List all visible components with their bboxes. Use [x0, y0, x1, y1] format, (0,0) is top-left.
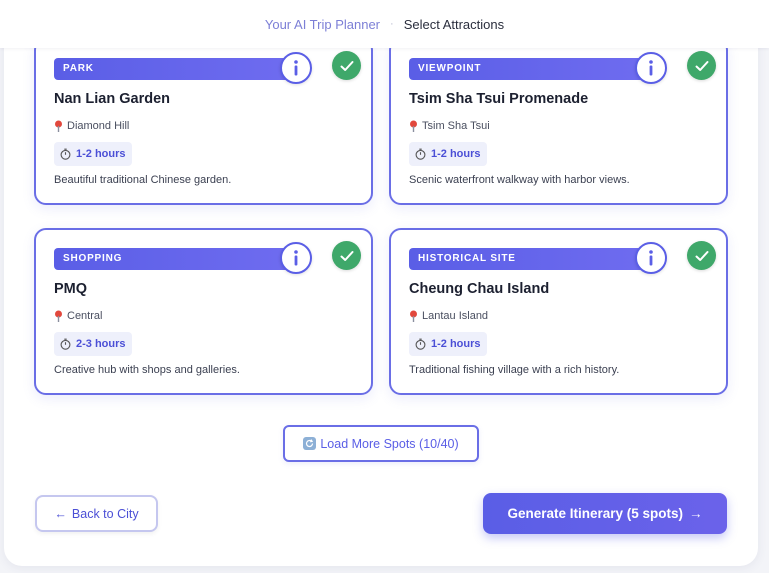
- category-badge: VIEWPOINT: [409, 58, 651, 80]
- stopwatch-icon: [415, 148, 426, 160]
- selected-check-icon[interactable]: [332, 241, 361, 270]
- stopwatch-icon: [60, 148, 71, 160]
- location-text: Diamond Hill: [67, 120, 130, 132]
- attraction-title: Cheung Chau Island: [409, 281, 550, 297]
- generate-button-label: Generate Itinerary (5 spots): [507, 506, 684, 521]
- location-text: Lantau Island: [422, 310, 489, 322]
- attraction-location: Central: [54, 310, 102, 322]
- category-badge: PARK: [54, 58, 296, 80]
- top-breadcrumb-bar: Your AI Trip Planner · Select Attraction…: [0, 0, 769, 48]
- attraction-card[interactable]: PARK Nan Lian Garden Diamond Hill 1-2 ho…: [34, 38, 373, 205]
- attraction-card[interactable]: SHOPPING PMQ Central 2-3 hours Creative …: [34, 228, 373, 395]
- attraction-location: Tsim Sha Tsui: [409, 120, 490, 132]
- attraction-title: PMQ: [54, 281, 88, 297]
- attraction-title: Nan Lian Garden: [54, 91, 171, 107]
- back-button-label: Back to City: [71, 506, 139, 521]
- selected-check-icon[interactable]: [687, 241, 716, 270]
- info-icon[interactable]: [635, 52, 667, 84]
- selected-check-icon[interactable]: [687, 51, 716, 80]
- attraction-card[interactable]: VIEWPOINT Tsim Sha Tsui Promenade Tsim S…: [389, 38, 728, 205]
- location-text: Tsim Sha Tsui: [422, 120, 490, 132]
- attraction-location: Lantau Island: [409, 310, 488, 322]
- duration-badge: 1-2 hours: [409, 332, 487, 356]
- location-pin-icon: [410, 310, 417, 322]
- attraction-description: Beautiful traditional Chinese garden.: [54, 174, 232, 186]
- category-badge: HISTORICAL SITE: [409, 248, 651, 270]
- stopwatch-icon: [60, 338, 71, 350]
- location-pin-icon: [410, 120, 417, 132]
- info-icon[interactable]: [280, 242, 312, 274]
- breadcrumb-app-link[interactable]: Your AI Trip Planner: [265, 17, 380, 32]
- generate-itinerary-button[interactable]: Generate Itinerary (5 spots) →: [483, 493, 727, 534]
- attraction-card[interactable]: HISTORICAL SITE Cheung Chau Island Lanta…: [389, 228, 728, 395]
- arrow-left-icon: ←: [54, 506, 67, 521]
- location-pin-icon: [55, 120, 62, 132]
- attraction-location: Diamond Hill: [54, 120, 129, 132]
- stopwatch-icon: [415, 338, 426, 350]
- load-more-button[interactable]: Load More Spots (10/40): [283, 425, 479, 462]
- selected-check-icon[interactable]: [332, 51, 361, 80]
- location-text: Central: [67, 310, 103, 322]
- duration-badge: 2-3 hours: [54, 332, 132, 356]
- breadcrumb-current-page: Select Attractions: [403, 16, 505, 32]
- category-badge: SHOPPING: [54, 248, 296, 270]
- attraction-description: Traditional fishing village with a rich …: [409, 364, 620, 376]
- location-pin-icon: [55, 310, 62, 322]
- attraction-title: Tsim Sha Tsui Promenade: [409, 91, 589, 107]
- info-icon[interactable]: [635, 242, 667, 274]
- duration-text: 2-3 hours: [76, 338, 126, 350]
- arrow-right-icon: →: [689, 506, 703, 521]
- back-to-city-button[interactable]: ← Back to City: [35, 495, 158, 532]
- info-icon[interactable]: [280, 52, 312, 84]
- duration-text: 1-2 hours: [76, 148, 126, 160]
- duration-badge: 1-2 hours: [54, 142, 132, 166]
- duration-text: 1-2 hours: [431, 148, 481, 160]
- load-more-label: Load More Spots (10/40): [320, 436, 459, 451]
- refresh-icon: [303, 437, 317, 450]
- duration-text: 1-2 hours: [431, 338, 481, 350]
- breadcrumb-separator: ·: [390, 18, 394, 30]
- duration-badge: 1-2 hours: [409, 142, 487, 166]
- attraction-description: Scenic waterfront walkway with harbor vi…: [409, 174, 630, 186]
- attraction-description: Creative hub with shops and galleries.: [54, 364, 240, 376]
